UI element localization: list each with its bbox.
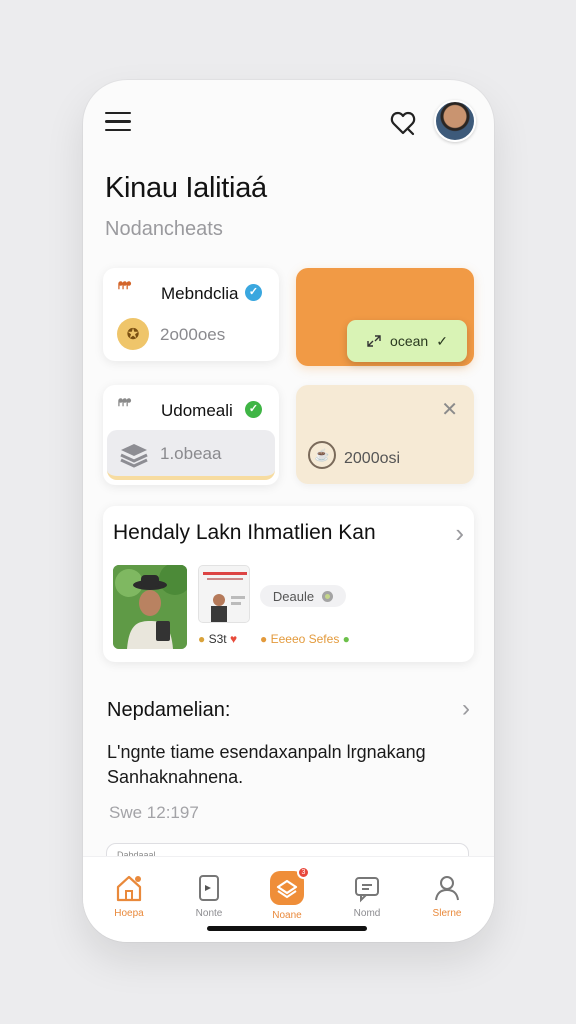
tab-label: Nonte	[195, 908, 223, 919]
card-value: 1.obeaa	[160, 444, 222, 463]
expand-icon	[367, 335, 381, 347]
brand-logo: ᖰᖰᖰ	[118, 281, 131, 292]
tab-nomd[interactable]: Nomd	[337, 873, 397, 919]
card-name: Mebndclia	[161, 284, 239, 303]
tab-nonte[interactable]: Nonte	[179, 873, 239, 919]
avatar[interactable]	[434, 100, 476, 142]
heart-chat-icon[interactable]	[388, 108, 418, 138]
top-bar	[105, 100, 476, 144]
account-card-2[interactable]: ᖰᖰᖰ Udomeali ✓ 1.obeaa	[103, 385, 279, 485]
chevron-right-icon[interactable]: ›	[455, 520, 464, 546]
badge-label: ocean	[390, 333, 429, 349]
poster-thumbnail[interactable]	[198, 565, 250, 623]
brand-logo: ᖰᖰᖰ	[118, 398, 131, 409]
verified-icon: ✓	[245, 401, 262, 418]
page-title: Kinau Ialitiaá	[105, 172, 267, 204]
timestamp: Swe 12:197	[109, 803, 199, 822]
check-icon: ✓	[436, 332, 448, 349]
tab-bar: Hoepa Nonte 3 Noane Nomd Slerne	[83, 856, 494, 942]
tab-label: Hoepa	[114, 908, 144, 919]
section-title: Nepdamelian:	[107, 699, 231, 721]
chat-icon	[355, 877, 379, 903]
green-dot-icon: ●	[342, 632, 350, 646]
card-value: 2o00oes	[160, 325, 226, 344]
close-icon[interactable]: ✕	[441, 397, 458, 422]
page-subtitle: Nodancheats	[105, 218, 223, 240]
tab-label: Slerne	[432, 908, 462, 919]
heart-icon: ♥	[229, 632, 238, 646]
tag-pill[interactable]: Deaule	[260, 585, 346, 607]
tab-label: Nomd	[353, 908, 381, 919]
dot-icon	[322, 590, 334, 602]
chevron-right-icon[interactable]: ›	[462, 697, 470, 721]
bell-icon: ●	[260, 632, 268, 646]
cup-icon: ☕	[308, 441, 336, 469]
tab-noane[interactable]: 3 Noane	[257, 866, 317, 921]
home-indicator[interactable]	[207, 926, 367, 931]
menu-icon[interactable]	[105, 112, 131, 132]
verified-icon: ✓	[245, 284, 262, 301]
card-icon	[199, 875, 219, 901]
tab-label: Noane	[272, 910, 302, 921]
message-icon: 3	[270, 866, 310, 905]
status-badge[interactable]: ocean ✓	[347, 320, 467, 362]
feature-title: Hendaly Lakn Ihmatlien Kan	[113, 521, 376, 544]
feature-card[interactable]: Hendaly Lakn Ihmatlien Kan › Deaule ● S3…	[103, 506, 474, 662]
series-link[interactable]: ● Eeeeo Sefes ●	[260, 632, 350, 646]
section-paragraph: L'ngnte tiame esendaxanpaln lrgnakang Sa…	[107, 742, 426, 787]
tab-home[interactable]: Hoepa	[99, 873, 159, 919]
card-name: Udomeali	[161, 401, 233, 420]
tab-slerne[interactable]: Slerne	[417, 873, 477, 919]
account-card-1[interactable]: ᖰᖰᖰ Mebndclia ✓ ✪ 2o00oes	[103, 268, 279, 361]
like-count[interactable]: ● S3t ♥	[198, 632, 237, 646]
series-label: Eeeeo Sefes	[270, 632, 340, 646]
like-label: S3t	[208, 632, 227, 646]
profile-icon	[435, 876, 459, 901]
pill-label: Deaule	[272, 588, 315, 604]
home-icon	[116, 875, 142, 902]
beige-card[interactable]: ✕ ☕ 2000osi	[296, 385, 474, 484]
coin-icon: ✪	[117, 318, 149, 350]
person-photo[interactable]	[113, 565, 187, 649]
balance-row[interactable]: 1.obeaa	[107, 430, 275, 480]
card-value: 2000osi	[344, 450, 401, 467]
notification-badge: 3	[297, 866, 310, 879]
layers-icon	[119, 441, 149, 469]
coin-small-icon: ●	[198, 632, 206, 646]
phone-frame: Kinau Ialitiaá Nodancheats ᖰᖰᖰ Mebndclia…	[83, 80, 494, 942]
